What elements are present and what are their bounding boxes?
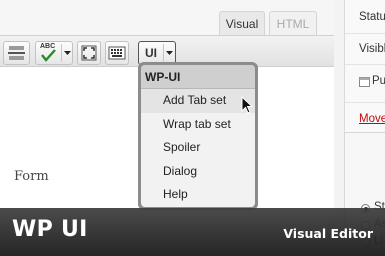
status-label: Statu [359,11,385,23]
menu-item-spoiler[interactable]: Spoiler [141,136,255,160]
mouse-cursor-icon [241,96,254,114]
wp-ui-button-label: UI [145,46,157,60]
kitchen-sink-button[interactable] [105,41,129,65]
menu-item-wrap-tab-set[interactable]: Wrap tab set [141,113,255,137]
divider [345,33,385,34]
banner-title: WP UI [12,217,88,242]
calendar-icon [359,77,370,87]
fullscreen-button[interactable] [77,41,101,65]
wp-ui-dropdown-menu: WP-UI Add Tab set Wrap tab set Spoiler D… [138,62,258,210]
divider [345,102,385,103]
tab-visual[interactable]: Visual [219,11,265,36]
publish-immediately-label: Pu [372,75,385,87]
horizontal-rule-icon [8,46,25,60]
kitchen-sink-icon [108,46,126,60]
format-box-title: Form [14,169,49,184]
move-to-trash-link[interactable]: Move [359,113,385,125]
menu-title: WP-UI [141,65,255,89]
fullscreen-icon [81,45,97,61]
chevron-down-icon [64,51,71,55]
horizontal-rule-button[interactable] [3,41,30,65]
visibility-label: Visibl [359,43,385,55]
divider [345,64,385,65]
menu-item-dialog[interactable]: Dialog [141,160,255,184]
tab-html[interactable]: HTML [269,11,317,36]
spellcheck-icon [41,49,56,62]
menu-item-add-tab-set[interactable]: Add Tab set [141,89,255,113]
spellcheck-button[interactable]: ABC [35,41,73,65]
chevron-down-icon [166,51,173,55]
promo-banner: WP UI Visual Editor [0,208,385,256]
menu-item-help[interactable]: Help [141,183,255,207]
banner-subtitle: Visual Editor [283,226,373,241]
